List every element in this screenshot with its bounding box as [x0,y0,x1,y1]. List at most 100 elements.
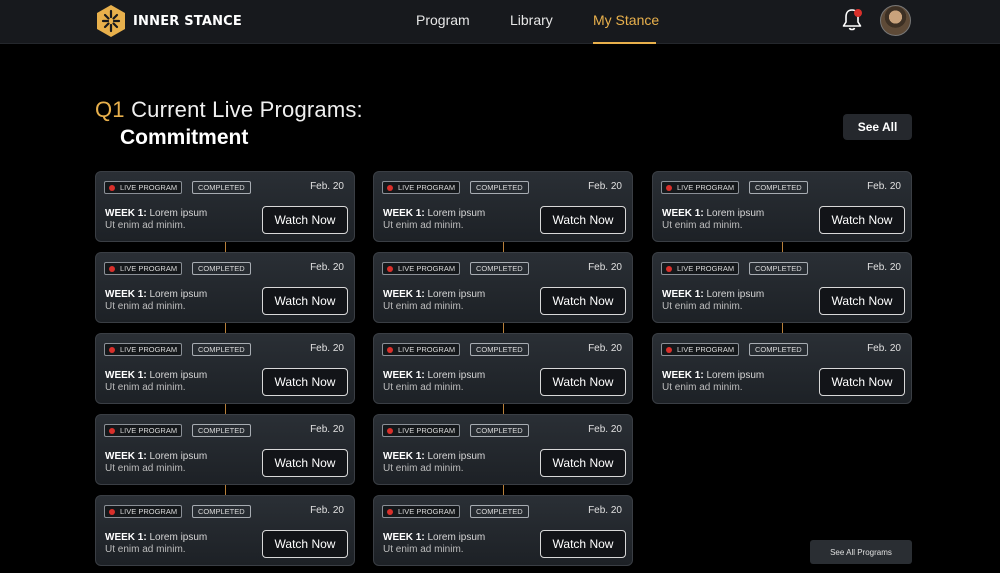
live-program-badge: LIVE PROGRAM [104,505,183,518]
live-program-badge: LIVE PROGRAM [382,181,461,194]
section-subtitle: Commitment [120,126,249,149]
live-dot-icon [666,347,672,353]
live-program-badge: LIVE PROGRAM [104,343,183,356]
program-card: LIVE PROGRAM COMPLETED Feb. 20 WEEK 1: Lore… [652,333,912,404]
timeline-connector [503,404,504,414]
week-title: WEEK 1: Lorem ipsum [105,532,207,543]
week-title: WEEK 1: Lorem ipsum [105,451,207,462]
status-badge: COMPLETED [192,343,251,356]
live-program-badge: LIVE PROGRAM [104,424,183,437]
status-badge: COMPLETED [192,505,251,518]
watch-now-button[interactable]: Watch Now [819,368,905,396]
live-dot-icon [387,347,393,353]
watch-now-button[interactable]: Watch Now [262,368,348,396]
week-label: WEEK 1: [383,289,425,300]
live-program-badge: LIVE PROGRAM [104,181,183,194]
watch-now-button[interactable]: Watch Now [540,287,626,315]
status-badge: COMPLETED [470,505,529,518]
program-card: LIVE PROGRAM COMPLETED Feb. 20 WEEK 1: Lore… [373,495,633,566]
watch-now-button[interactable]: Watch Now [819,287,905,315]
live-program-badge: LIVE PROGRAM [661,181,740,194]
status-badge: COMPLETED [470,424,529,437]
week-text: Lorem ipsum [427,532,486,543]
nav-library[interactable]: Library [510,12,553,28]
watch-now-button[interactable]: Watch Now [540,206,626,234]
watch-now-button[interactable]: Watch Now [262,206,348,234]
week-text: Lorem ipsum [149,208,208,219]
week-label: WEEK 1: [105,532,147,543]
section-title: Q1 Current Live Programs: [95,97,363,123]
status-badge: COMPLETED [470,262,529,275]
live-dot-icon [666,185,672,191]
week-label: WEEK 1: [383,532,425,543]
timeline-connector [225,485,226,495]
bell-icon[interactable] [840,7,864,33]
watch-now-button[interactable]: Watch Now [540,449,626,477]
program-date: Feb. 20 [588,262,622,273]
quarter-label: Q1 [95,97,125,122]
program-card: LIVE PROGRAM COMPLETED Feb. 20 WEEK 1: Lore… [95,252,355,323]
watch-now-button[interactable]: Watch Now [262,287,348,315]
live-dot-icon [387,185,393,191]
live-program-badge: LIVE PROGRAM [661,343,740,356]
status-badge: COMPLETED [470,343,529,356]
week-title: WEEK 1: Lorem ipsum [105,208,207,219]
week-text: Lorem ipsum [427,451,486,462]
week-label: WEEK 1: [383,370,425,381]
live-program-label: LIVE PROGRAM [120,507,178,516]
live-program-badge: LIVE PROGRAM [382,343,461,356]
status-badge: COMPLETED [192,181,251,194]
week-label: WEEK 1: [383,451,425,462]
week-title: WEEK 1: Lorem ipsum [383,208,485,219]
watch-now-button[interactable]: Watch Now [262,530,348,558]
timeline-connector [503,485,504,495]
watch-now-button[interactable]: Watch Now [819,206,905,234]
see-all-button[interactable]: See All [843,114,912,140]
program-description: Ut enim ad minim. [105,301,186,312]
week-text: Lorem ipsum [427,208,486,219]
live-dot-icon [387,266,393,272]
program-card: LIVE PROGRAM COMPLETED Feb. 20 WEEK 1: Lore… [95,414,355,485]
program-description: Ut enim ad minim. [662,301,743,312]
week-title: WEEK 1: Lorem ipsum [662,208,764,219]
live-program-label: LIVE PROGRAM [677,264,735,273]
status-badge: COMPLETED [749,343,808,356]
live-dot-icon [387,428,393,434]
see-all-programs-button[interactable]: See All Programs [810,540,912,564]
program-card: LIVE PROGRAM COMPLETED Feb. 20 WEEK 1: Lore… [652,252,912,323]
watch-now-button[interactable]: Watch Now [262,449,348,477]
week-title: WEEK 1: Lorem ipsum [662,370,764,381]
program-card: LIVE PROGRAM COMPLETED Feb. 20 WEEK 1: Lore… [95,495,355,566]
week-text: Lorem ipsum [706,208,765,219]
live-program-badge: LIVE PROGRAM [104,262,183,275]
live-program-label: LIVE PROGRAM [398,183,456,192]
live-program-label: LIVE PROGRAM [398,345,456,354]
timeline-connector [225,404,226,414]
program-description: Ut enim ad minim. [105,382,186,393]
program-date: Feb. 20 [310,181,344,192]
program-date: Feb. 20 [588,343,622,354]
status-badge: COMPLETED [192,262,251,275]
live-program-label: LIVE PROGRAM [120,345,178,354]
timeline-connector [503,242,504,252]
program-date: Feb. 20 [588,424,622,435]
program-date: Feb. 20 [867,343,901,354]
week-label: WEEK 1: [662,289,704,300]
watch-now-button[interactable]: Watch Now [540,530,626,558]
watch-now-button[interactable]: Watch Now [540,368,626,396]
live-program-label: LIVE PROGRAM [677,183,735,192]
program-description: Ut enim ad minim. [383,301,464,312]
program-description: Ut enim ad minim. [383,382,464,393]
week-text: Lorem ipsum [427,370,486,381]
status-badge: COMPLETED [192,424,251,437]
program-date: Feb. 20 [867,262,901,273]
week-title: WEEK 1: Lorem ipsum [105,370,207,381]
week-text: Lorem ipsum [427,289,486,300]
nav-my-stance[interactable]: My Stance [593,12,659,28]
status-badge: COMPLETED [749,262,808,275]
week-text: Lorem ipsum [706,370,765,381]
week-label: WEEK 1: [105,289,147,300]
nav-program[interactable]: Program [416,12,470,28]
live-program-label: LIVE PROGRAM [398,507,456,516]
user-avatar[interactable] [880,5,911,36]
